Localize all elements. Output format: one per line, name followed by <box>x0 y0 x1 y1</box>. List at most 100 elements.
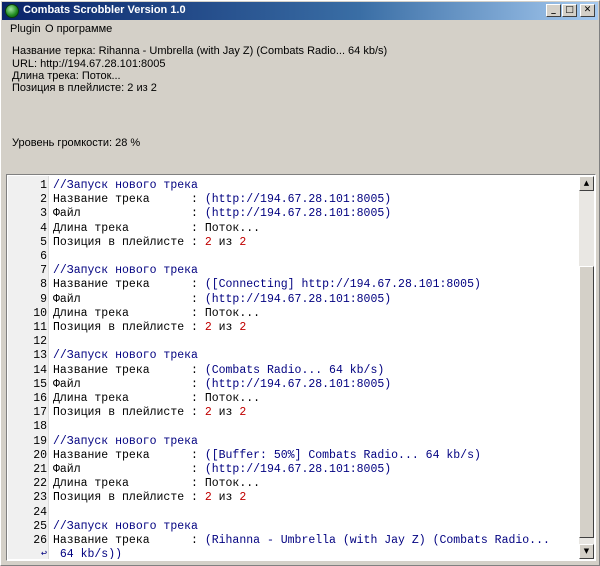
log-token-num: 2 <box>204 235 212 249</box>
menu-plugin[interactable]: Plugin <box>10 23 41 35</box>
log-line: 7 //Запуск нового трека <box>8 264 578 278</box>
log-line-text: Файл : (http://194.67.28.101:8005) <box>53 293 391 307</box>
log-token-comment: //Запуск нового трека <box>53 349 198 363</box>
log-token-num: 2 <box>204 406 212 420</box>
log-line: 21 Файл : (http://194.67.28.101:8005) <box>8 463 578 477</box>
log-line-text: 64 kb/s)) <box>53 548 122 559</box>
menu-about[interactable]: О программе <box>45 23 112 35</box>
log-token: из <box>211 321 240 334</box>
log-text-area[interactable]: 1 //Запуск нового трека 2 Название трека : … <box>8 176 578 559</box>
log-token: Длина трека : Поток... <box>53 477 261 491</box>
scroll-thumb[interactable] <box>579 266 594 538</box>
line-number: 21 <box>33 463 47 476</box>
log-token-str: ([Connecting] http://194.67.28.101:8005) <box>204 278 481 292</box>
log-line-text: Название трека : (http://194.67.28.101:8… <box>53 193 391 207</box>
line-number: 6 <box>40 250 47 263</box>
line-number: 19 <box>33 434 47 448</box>
line-number: 7 <box>40 264 47 278</box>
log-token: Длина трека : Поток... <box>53 306 261 320</box>
log-token: Файл : <box>53 463 205 476</box>
line-number: 12 <box>33 335 47 349</box>
line-number: 23 <box>33 491 47 505</box>
log-token-num: 2 <box>204 491 212 505</box>
log-line: 16 Длина трека : Поток... <box>8 392 578 406</box>
line-number: 4 <box>40 221 47 235</box>
log-token-str: ([Buffer: 50%] Combats Radio... 64 kb/s) <box>204 448 481 462</box>
log-token: Файл : <box>53 377 205 391</box>
line-number: 1 <box>40 179 47 192</box>
log-line-text: //Запуск нового трека <box>53 435 198 449</box>
log-line: 14 Название трека : (Combats Radio... 64 … <box>8 364 578 378</box>
log-token: Название трека : <box>53 448 205 462</box>
log-line-text: //Запуск нового трека <box>53 349 198 363</box>
line-number: 20 <box>33 448 47 462</box>
menu-bar: Plugin О программе <box>2 21 598 38</box>
maximize-button[interactable]: □ <box>562 4 577 17</box>
log-token-num: 2 <box>239 235 247 249</box>
log-token-str: (http://194.67.28.101:8005) <box>204 377 392 391</box>
log-token: из <box>211 491 240 505</box>
log-line: 26 Название трека : (Rihanna - Umbrella (… <box>8 534 578 548</box>
log-line-text: Позиция в плейлисте : 2 из 2 <box>53 491 246 505</box>
log-line: 4 Длина трека : Поток... <box>8 222 578 236</box>
log-token-str: (Combats Radio... 64 kb/s) <box>204 363 385 377</box>
log-token-str: (Rihanna - Umbrella (with Jay Z) (Combat… <box>204 534 550 547</box>
log-editor[interactable]: 1 //Запуск нового трека 2 Название трека : … <box>6 174 596 561</box>
log-token: Название трека : <box>53 534 205 547</box>
app-icon[interactable] <box>5 4 19 18</box>
log-line: 17 Позиция в плейлисте : 2 из 2 <box>8 406 578 420</box>
title-bar[interactable]: Combats Scrobbler Version 1.0 _ □ ✕ <box>2 2 598 20</box>
line-number: 17 <box>33 406 47 420</box>
log-line-text: //Запуск нового трека <box>53 179 198 193</box>
line-number: 13 <box>33 349 47 363</box>
line-number: 9 <box>40 292 47 306</box>
log-token: Позиция в плейлисте : <box>53 491 205 505</box>
log-line: 10 Длина трека : Поток... <box>8 307 578 321</box>
line-number: 24 <box>33 505 47 519</box>
log-token-num: 2 <box>239 406 247 420</box>
volume-label: Уровень громкости: 28 % <box>12 137 141 149</box>
log-line: 15 Файл : (http://194.67.28.101:8005) <box>8 378 578 392</box>
log-line-text: Файл : (http://194.67.28.101:8005) <box>53 207 391 221</box>
log-token-comment: //Запуск нового трека <box>53 519 198 533</box>
minimize-button[interactable]: _ <box>546 4 561 17</box>
log-token: Название трека : <box>53 193 205 207</box>
log-line-text: Название трека : ([Connecting] http://19… <box>53 278 481 292</box>
line-number: 18 <box>33 420 47 434</box>
log-line: 8 Название трека : ([Connecting] http://1… <box>8 278 578 292</box>
scroll-up-arrow-icon[interactable]: ▲ <box>579 176 594 191</box>
log-token-comment: //Запуск нового трека <box>53 264 198 278</box>
log-token: Файл : <box>53 292 205 306</box>
log-line-text: Длина трека : Поток... <box>53 392 260 406</box>
log-token: Название трека : <box>53 278 205 292</box>
log-line: 24 <box>8 506 578 520</box>
log-token-str: (http://194.67.28.101:8005) <box>204 463 392 476</box>
close-button[interactable]: ✕ <box>580 4 595 17</box>
line-number: 22 <box>33 477 47 491</box>
line-number: 2 <box>40 193 47 207</box>
log-line: 19 //Запуск нового трека <box>8 435 578 449</box>
line-number: 26 <box>33 534 47 547</box>
log-token-str: (http://194.67.28.101:8005) <box>204 292 392 306</box>
log-token: из <box>211 235 240 249</box>
log-line-text: Название трека : (Combats Radio... 64 kb… <box>53 364 384 378</box>
log-line-text: //Запуск нового трека <box>53 520 198 534</box>
log-token-str: 64 kb/s)) <box>53 548 123 559</box>
log-line: 11 Позиция в плейлисте : 2 из 2 <box>8 321 578 335</box>
log-line: 13 //Запуск нового трека <box>8 349 578 363</box>
scroll-down-arrow-icon[interactable]: ▼ <box>579 544 594 559</box>
window-title: Combats Scrobbler Version 1.0 <box>23 4 186 16</box>
log-token: Файл : <box>53 207 205 221</box>
vertical-scrollbar[interactable]: ▲ ▼ <box>579 176 594 559</box>
log-token: Длина трека : Поток... <box>53 392 261 405</box>
log-token-str: (http://194.67.28.101:8005) <box>204 193 392 207</box>
log-line: 5 Позиция в плейлисте : 2 из 2 <box>8 236 578 250</box>
log-token: Длина трека : Поток... <box>53 221 261 235</box>
log-token: Позиция в плейлисте : <box>53 321 205 334</box>
track-name-label: Название терка: Rihanna - Umbrella (with… <box>12 45 388 57</box>
log-line-text: Название трека : (Rihanna - Umbrella (wi… <box>53 534 550 548</box>
log-line: 25 //Запуск нового трека <box>8 520 578 534</box>
log-token-comment: //Запуск нового трека <box>53 179 198 192</box>
log-line-text: //Запуск нового трека <box>53 264 198 278</box>
log-line-text: Длина трека : Поток... <box>53 307 260 321</box>
